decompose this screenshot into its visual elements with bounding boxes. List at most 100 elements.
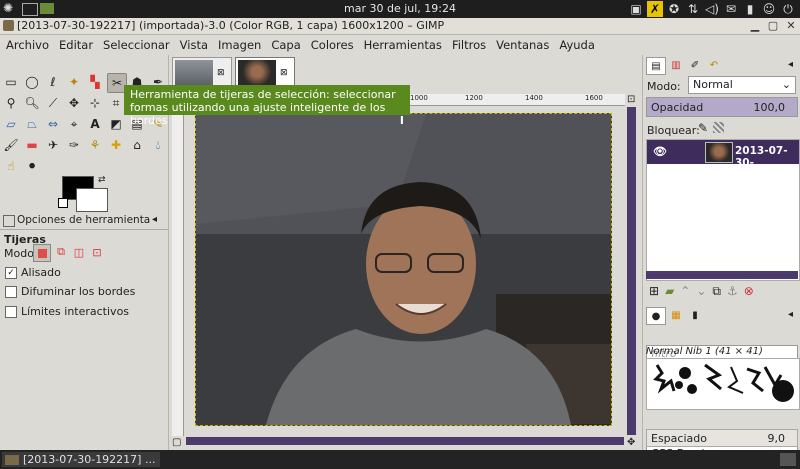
menu-colores[interactable]: Colores <box>305 35 358 55</box>
visibility-eye-icon[interactable]: 👁︎ <box>653 145 667 158</box>
paintbrush-tool-icon[interactable]: 🖌︎ <box>2 136 20 154</box>
move-tool-icon[interactable]: ✥ <box>65 94 83 112</box>
smudge-tool-icon[interactable]: ☝ <box>2 157 20 175</box>
gradients-tab[interactable]: ▮ <box>686 307 704 323</box>
background-color-swatch[interactable] <box>76 188 108 212</box>
brush-grid[interactable] <box>646 358 800 410</box>
power-icon[interactable]: ▣ <box>628 1 644 17</box>
image-canvas[interactable] <box>195 113 612 426</box>
align-tool-icon[interactable]: ⊹ <box>86 94 104 112</box>
menu-vista[interactable]: Vista <box>174 35 212 55</box>
channels-tab[interactable]: ▥ <box>667 57 685 73</box>
undo-tab[interactable]: ↶ <box>705 57 723 73</box>
tool-options-tab[interactable]: Opciones de herramienta ◂ <box>0 211 168 230</box>
mode-replace-button[interactable] <box>33 244 51 262</box>
default-colors-icon[interactable] <box>58 198 68 208</box>
crop-tool-icon[interactable]: ⌗ <box>107 94 125 112</box>
maximize-button[interactable]: ▢ <box>766 18 780 32</box>
zoom-to-fit-icon[interactable]: ⊡ <box>627 94 635 105</box>
new-group-icon[interactable]: ▰ <box>665 284 674 299</box>
trash-icon[interactable] <box>780 453 796 466</box>
color-select-tool-icon[interactable]: ▚ <box>86 73 104 91</box>
brush-dock-menu-icon[interactable]: ◂ <box>788 309 793 320</box>
lock-pixels-icon[interactable]: ✎ <box>698 121 708 135</box>
fuzzy-select-tool-icon[interactable]: ✦ <box>65 73 83 91</box>
feather-checkbox[interactable] <box>5 285 17 298</box>
navigate-icon[interactable]: ✥ <box>627 437 635 448</box>
status-icon[interactable]: ✗ <box>647 1 663 17</box>
menu-archivo[interactable]: Archivo <box>0 35 53 55</box>
free-select-tool-icon[interactable]: ℓ <box>44 73 62 91</box>
airbrush-tool-icon[interactable]: ✈ <box>44 136 62 154</box>
interactive-checkbox[interactable] <box>5 305 17 318</box>
vertical-ruler[interactable] <box>172 106 184 436</box>
cage-tool-icon[interactable]: ⌖ <box>65 115 83 133</box>
text-tool-icon[interactable]: A <box>86 115 104 133</box>
lower-layer-icon[interactable]: ⌄ <box>696 284 706 299</box>
measure-tool-icon[interactable]: ⟋ <box>44 94 62 112</box>
brushes-tab[interactable]: ● <box>646 307 666 325</box>
perspective-tool-icon[interactable]: ⏢ <box>23 115 41 133</box>
flip-tool-icon[interactable]: ⇔ <box>44 115 62 133</box>
bucket-fill-tool-icon[interactable]: ◩ <box>107 115 125 133</box>
eraser-tool-icon[interactable]: ▬ <box>23 136 41 154</box>
taskbar-window-button[interactable]: [2013-07-30-192217] ... <box>2 452 160 467</box>
dodge-burn-tool-icon[interactable]: ⚫ <box>23 157 41 175</box>
mode-intersect-button[interactable]: ⊡ <box>89 244 105 260</box>
horizontal-scrollbar[interactable] <box>186 437 624 445</box>
layers-tab[interactable]: ▤ <box>646 57 666 75</box>
swap-colors-icon[interactable]: ⇄ <box>98 175 106 185</box>
network-icon[interactable]: ⇅ <box>685 1 701 17</box>
raise-layer-icon[interactable]: ⌃ <box>680 284 690 299</box>
menu-capa[interactable]: Capa <box>265 35 304 55</box>
image-tab-close-icon[interactable]: ⊠ <box>280 68 288 78</box>
volume-icon[interactable]: ◁) <box>704 1 720 17</box>
feather-option[interactable]: Difuminar los bordes <box>5 285 135 298</box>
rect-select-tool-icon[interactable]: ▭ <box>2 73 20 91</box>
menu-ventanas[interactable]: Ventanas <box>490 35 553 55</box>
menu-editar[interactable]: Editar <box>53 35 97 55</box>
power-off-icon[interactable]: ⏻ <box>780 1 796 17</box>
menu-herramientas[interactable]: Herramientas <box>358 35 446 55</box>
paths-tab[interactable]: ✐ <box>686 57 704 73</box>
close-button[interactable]: ✕ <box>784 18 798 32</box>
vertical-scrollbar[interactable] <box>627 107 636 435</box>
minimize-button[interactable]: ▁ <box>748 18 762 32</box>
menu-imagen[interactable]: Imagen <box>212 35 265 55</box>
accessibility-icon[interactable]: ✪ <box>666 1 682 17</box>
menu-filtros[interactable]: Filtros <box>446 35 490 55</box>
opacity-slider[interactable]: Opacidad 100,0 <box>646 97 798 117</box>
antialias-option[interactable]: ✓ Alisado <box>5 266 61 279</box>
ink-tool-icon[interactable]: ✑ <box>65 136 83 154</box>
patterns-tab[interactable]: ▦ <box>667 307 685 323</box>
blur-tool-icon[interactable]: 💧︎ <box>149 136 167 154</box>
mode-subtract-button[interactable]: ◫ <box>71 244 87 260</box>
dock-menu-icon[interactable]: ◂ <box>788 59 793 70</box>
layer-row[interactable]: 👁︎ 2013-07-30- <box>647 140 799 169</box>
duplicate-layer-icon[interactable]: ⧉ <box>712 284 721 299</box>
shear-tool-icon[interactable]: ▱ <box>2 115 20 133</box>
interactive-option[interactable]: Límites interactivos <box>5 305 129 318</box>
layer-mode-select[interactable]: Normal ⌄ <box>688 76 796 94</box>
new-layer-icon[interactable]: ⊞ <box>649 284 659 299</box>
panel-menu-icon[interactable]: ◂ <box>152 214 157 225</box>
ellipse-select-tool-icon[interactable]: ◯ <box>23 73 41 91</box>
image-tab-close-icon[interactable]: ⊠ <box>217 68 225 78</box>
heal-tool-icon[interactable]: ✚ <box>107 136 125 154</box>
menu-ayuda[interactable]: Ayuda <box>553 35 599 55</box>
zoom-tool-icon[interactable]: 🔍︎ <box>23 94 41 112</box>
antialias-checkbox[interactable]: ✓ <box>5 266 17 279</box>
anchor-layer-icon[interactable]: ⚓︎ <box>727 284 738 299</box>
mode-add-button[interactable]: ⧉ <box>53 244 69 260</box>
user-icon[interactable]: ☺ <box>761 1 777 17</box>
battery-icon[interactable]: ▮ <box>742 1 758 17</box>
menu-seleccionar[interactable]: Seleccionar <box>97 35 174 55</box>
color-picker-tool-icon[interactable]: ⚲ <box>2 94 20 112</box>
spacing-slider[interactable]: Espaciado 9,0 <box>646 429 798 447</box>
layers-hscrollbar[interactable] <box>646 271 798 279</box>
clone-tool-icon[interactable]: ⚘ <box>86 136 104 154</box>
mail-icon[interactable]: ✉ <box>723 1 739 17</box>
delete-layer-icon[interactable]: ⊗ <box>744 284 754 299</box>
lock-alpha-icon[interactable] <box>713 122 724 133</box>
perspective-clone-tool-icon[interactable]: ⌂ <box>128 136 146 154</box>
